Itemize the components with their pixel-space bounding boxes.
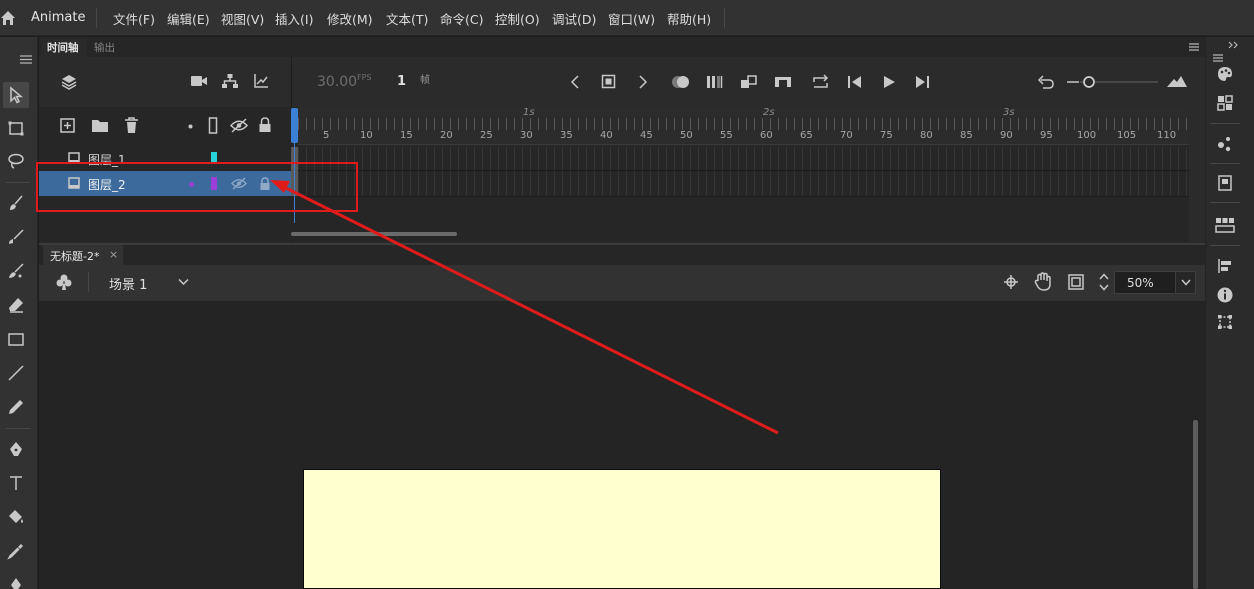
ruler-frame-number: 45 xyxy=(640,130,653,141)
ruler-frame-number: 60 xyxy=(760,130,773,141)
ruler-frame-number: 20 xyxy=(440,130,453,141)
ruler-frame-number: 105 xyxy=(1117,130,1137,141)
ruler-frame-number: 55 xyxy=(720,130,733,141)
ruler-frame-number: 5 xyxy=(323,130,330,141)
annotation-arrow xyxy=(270,180,779,435)
ruler-frame-number: 15 xyxy=(400,130,413,141)
ruler-frame-number: 30 xyxy=(520,130,533,141)
ruler-frame-number: 95 xyxy=(1040,130,1053,141)
ruler-frame-number: 65 xyxy=(800,130,813,141)
ruler-frame-number: 90 xyxy=(1000,130,1013,141)
ruler-frame-number: 100 xyxy=(1077,130,1097,141)
ruler-frame-number: 40 xyxy=(600,130,613,141)
ruler-frame-number: 35 xyxy=(560,130,573,141)
ruler-frame-number: 10 xyxy=(360,130,373,141)
ruler-frame-number: 50 xyxy=(680,130,693,141)
ruler-second-marker: 1s xyxy=(523,107,535,118)
ruler-second-marker: 3s xyxy=(1003,107,1015,118)
ruler-frame-number: 110 xyxy=(1157,130,1177,141)
ruler-frame-number: 25 xyxy=(480,130,493,141)
ruler-frame-number: 70 xyxy=(840,130,853,141)
ruler-frame-number: 85 xyxy=(960,130,973,141)
ruler-second-marker: 2s xyxy=(763,107,775,118)
ruler-frame-number: 80 xyxy=(920,130,933,141)
ruler-frame-number: 75 xyxy=(880,130,893,141)
